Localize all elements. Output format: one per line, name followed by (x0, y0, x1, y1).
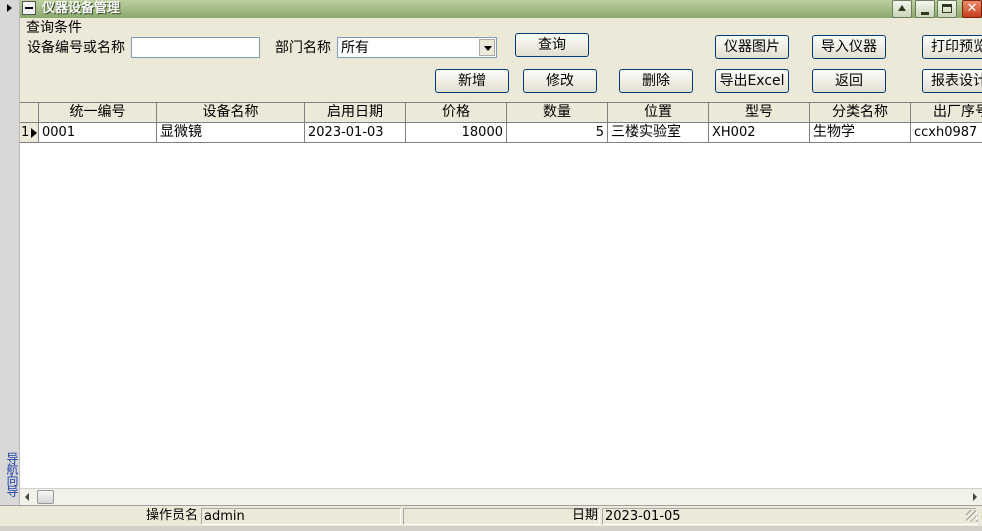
triangle-up-icon (898, 5, 906, 11)
minimize-button[interactable] (915, 0, 935, 18)
table-cell[interactable]: XH002 (709, 123, 810, 143)
window-bottom-edge (0, 526, 982, 531)
row-indicator-cell[interactable]: 1 (20, 123, 39, 143)
operator-value: admin (201, 508, 401, 525)
table-cell[interactable]: 生物学 (810, 123, 911, 143)
scroll-right-icon[interactable] (973, 493, 977, 501)
minimize-icon (921, 12, 929, 15)
maximize-icon (942, 4, 952, 13)
title-bar: 仪器设备管理 ✕ (20, 0, 982, 18)
column-header[interactable]: 出厂序号 (911, 103, 982, 123)
operator-label: 操作员名 (145, 508, 198, 523)
horizontal-scrollbar[interactable] (20, 488, 982, 505)
column-header[interactable]: 统一编号 (39, 103, 157, 123)
window-title: 仪器设备管理 (42, 1, 121, 16)
status-bar: 操作员名 admin 日期 2023-01-05 (0, 505, 982, 526)
column-header[interactable]: 数量 (507, 103, 608, 123)
table-cell[interactable]: 18000 (406, 123, 507, 143)
scroll-left-icon[interactable] (25, 493, 29, 501)
device-grid[interactable]: 统一编号 设备名称 启用日期 价格 数量 位置 型号 分类名称 出厂序号 1 0… (20, 102, 982, 488)
table-cell[interactable]: ccxh0987 (911, 123, 982, 143)
date-value: 2023-01-05 (602, 508, 977, 525)
maximize-button[interactable] (937, 0, 957, 18)
column-header[interactable]: 启用日期 (305, 103, 406, 123)
scrollbar-thumb[interactable] (37, 490, 54, 504)
back-button[interactable]: 返回 (812, 69, 886, 93)
table-cell[interactable]: 0001 (39, 123, 157, 143)
delete-button[interactable]: 删除 (619, 69, 693, 93)
code-name-label: 设备编号或名称 (27, 40, 125, 56)
close-button[interactable]: ✕ (962, 0, 982, 18)
query-button[interactable]: 查询 (515, 33, 589, 57)
table-cell[interactable]: 5 (507, 123, 608, 143)
column-header[interactable]: 设备名称 (157, 103, 305, 123)
resize-grip-icon[interactable] (966, 510, 978, 522)
import-devices-button[interactable]: 导入仪器 (812, 35, 886, 59)
add-button[interactable]: 新增 (435, 69, 509, 93)
device-images-button[interactable]: 仪器图片 (715, 35, 789, 59)
column-header[interactable]: 分类名称 (810, 103, 911, 123)
date-label: 日期 (571, 508, 598, 523)
nav-expand-icon[interactable] (7, 4, 12, 12)
table-cell[interactable]: 显微镜 (157, 123, 305, 143)
table-cell[interactable]: 三楼实验室 (608, 123, 709, 143)
column-header[interactable]: 位置 (608, 103, 709, 123)
system-menu-icon[interactable] (22, 1, 36, 15)
column-header[interactable]: 型号 (709, 103, 810, 123)
app-window: 导航向导 仪器设备管理 ✕ 查询条件 设备编号或名称 部门名称 所有 查询 仪器… (0, 0, 982, 531)
code-name-input[interactable] (131, 37, 260, 58)
header-indicator-cell (20, 103, 39, 123)
table-cell[interactable]: 2023-01-03 (305, 123, 406, 143)
query-section-label: 查询条件 (26, 20, 82, 36)
report-design-button[interactable]: 报表设计 (922, 69, 982, 93)
edit-button[interactable]: 修改 (523, 69, 597, 93)
nav-strip: 导航向导 (0, 0, 20, 508)
print-preview-button[interactable]: 打印预览 (922, 35, 982, 59)
nav-wizard-label[interactable]: 导航向导 (2, 452, 19, 496)
current-row-pointer-icon (31, 128, 37, 138)
export-excel-button[interactable]: 导出Excel (715, 69, 789, 93)
row-number: 1 (21, 125, 30, 140)
department-label: 部门名称 (275, 40, 331, 56)
dropdown-arrow-icon[interactable] (479, 39, 495, 56)
column-header[interactable]: 价格 (406, 103, 507, 123)
close-icon: ✕ (966, 1, 978, 16)
department-selected-value: 所有 (341, 40, 369, 56)
department-select[interactable]: 所有 (337, 37, 497, 58)
scroll-up-button[interactable] (892, 0, 912, 18)
